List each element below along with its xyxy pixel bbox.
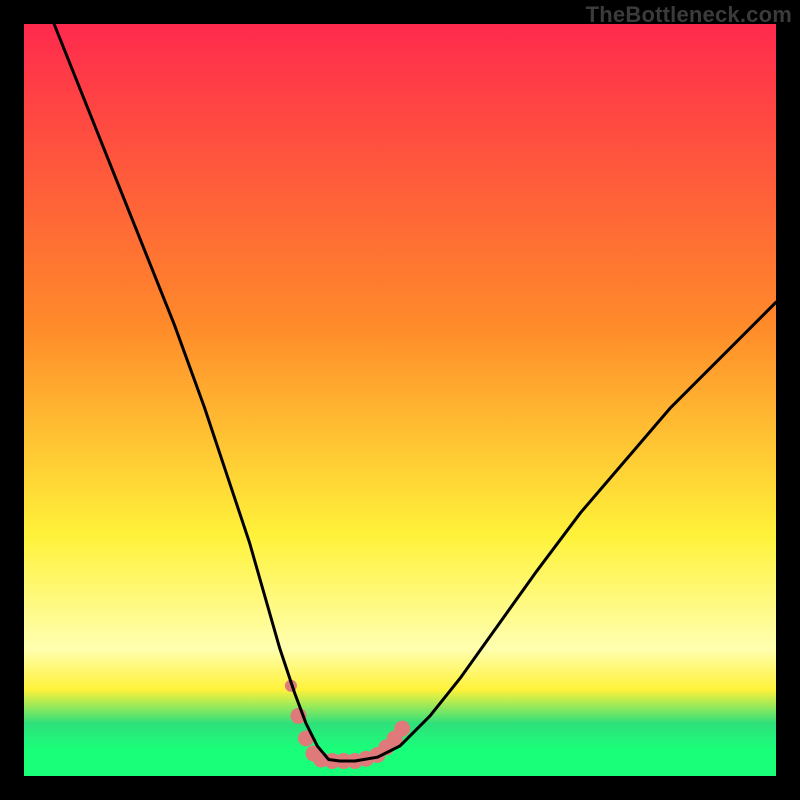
watermark-text: TheBottleneck.com	[586, 2, 792, 28]
curve-layer	[24, 24, 776, 776]
bottleneck-curve	[54, 24, 776, 761]
plot-area	[24, 24, 776, 776]
marker-dot	[394, 721, 410, 737]
marker-group	[285, 680, 410, 769]
chart-frame: TheBottleneck.com	[0, 0, 800, 800]
